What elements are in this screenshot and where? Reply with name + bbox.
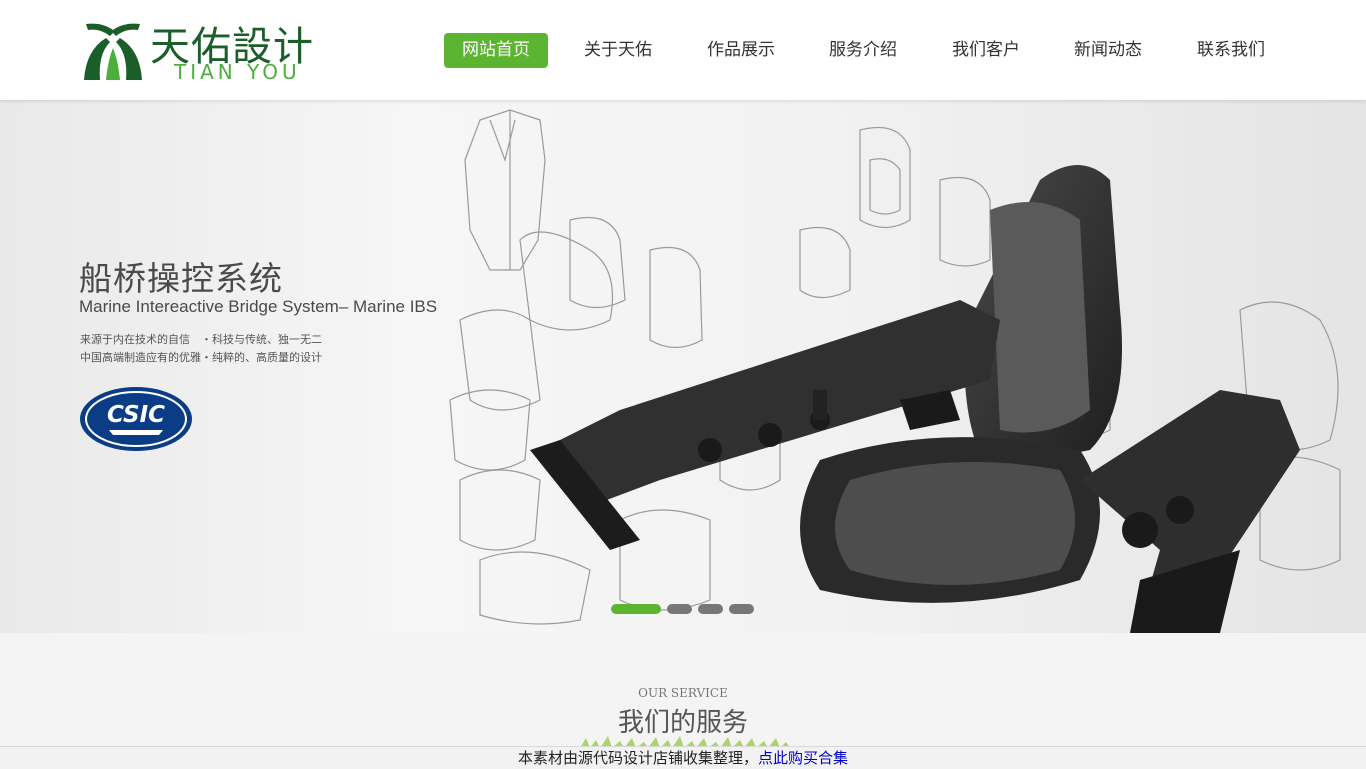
- logo-text-en: TIAN YOU: [174, 60, 301, 84]
- csic-logo-text: CSIC: [107, 402, 165, 428]
- buy-collection-link[interactable]: 点此购买合集: [758, 749, 848, 767]
- slider-dot-1[interactable]: [611, 604, 661, 614]
- banner-title: 船桥操控系统: [79, 259, 283, 298]
- nav-item-works[interactable]: 作品展示: [689, 33, 793, 68]
- bridge-control-seat-image: [530, 165, 1300, 633]
- slider-dot-4[interactable]: [729, 604, 754, 614]
- logo-leaf-icon: [82, 20, 144, 82]
- nav-item-about[interactable]: 关于天佑: [566, 33, 670, 68]
- hero-banner[interactable]: 船桥操控系统 Marine Intereactive Bridge System…: [0, 100, 1366, 633]
- slider-dot-3[interactable]: [698, 604, 723, 614]
- site-header: 天佑設计 TIAN YOU 网站首页 关于天佑 作品展示 服务介绍 我们客户 新…: [0, 0, 1366, 100]
- nav-item-news[interactable]: 新闻动态: [1056, 33, 1160, 68]
- banner-subtitle: Marine Intereactive Bridge System– Marin…: [79, 297, 438, 316]
- slider-dot-2[interactable]: [667, 604, 692, 614]
- service-heading-en: OUR SERVICE: [638, 686, 728, 700]
- banner-tagline-1: 来源于内在技术的自信 ・科技与传统、独一无二: [80, 333, 322, 346]
- notice-text: 本素材由源代码设计店铺收集整理，: [517, 749, 758, 767]
- banner-tagline-2: 中国高端制造应有的优雅・纯粹的、高质量的设计: [80, 351, 322, 364]
- service-heading-cn: 我们的服务: [617, 708, 748, 738]
- purchase-notice-bar: 本素材由源代码设计店铺收集整理，点此购买合集: [0, 746, 1366, 769]
- site-logo[interactable]: 天佑設计 TIAN YOU: [82, 18, 332, 84]
- nav-item-clients[interactable]: 我们客户: [934, 33, 1038, 68]
- csic-logo: CSIC: [80, 387, 192, 451]
- nav-item-contact[interactable]: 联系我们: [1179, 33, 1283, 68]
- nav-item-home[interactable]: 网站首页: [444, 33, 548, 68]
- nav-item-services[interactable]: 服务介绍: [811, 33, 915, 68]
